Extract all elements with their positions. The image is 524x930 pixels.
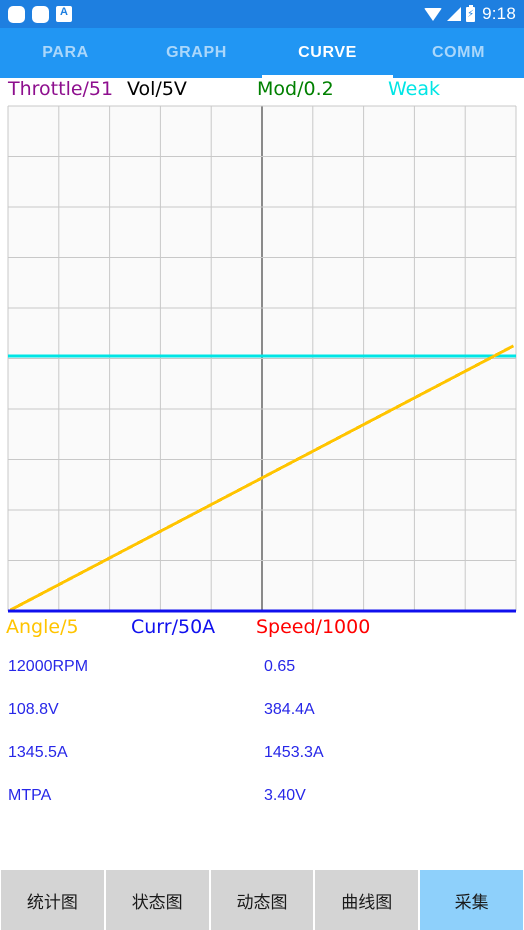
button-curve-chart[interactable]: 曲线图 xyxy=(315,870,419,930)
button-acquire[interactable]: 采集 xyxy=(420,870,523,930)
tab-bar: PARA GRAPH CURVE COMM xyxy=(0,28,524,78)
app-square-icon xyxy=(8,5,25,23)
status-bar: A ⚡ 9:18 xyxy=(0,0,524,28)
chart-legend-top: Throttle/51 Vol/5V Mod/0.2 Weak xyxy=(0,78,524,104)
readout-current-a: 384.4A xyxy=(264,701,315,718)
legend-item-weak: Weak xyxy=(388,78,441,100)
battery-icon: ⚡ xyxy=(466,4,476,22)
tab-curve[interactable]: CURVE xyxy=(262,28,393,78)
signal-icon xyxy=(447,7,462,21)
button-status-chart[interactable]: 状态图 xyxy=(105,870,209,930)
readout-current-c: 1453.3A xyxy=(264,744,324,761)
legend-item-speed: Speed/1000 xyxy=(256,616,371,638)
readout-speed-rpm: 12000RPM xyxy=(8,658,89,675)
button-statistics-chart[interactable]: 统计图 xyxy=(1,870,104,930)
button-dynamic-chart[interactable]: 动态图 xyxy=(210,870,314,930)
readout-panel: 12000RPM 0.65 108.8V 384.4A 1345.5A 1453… xyxy=(0,646,524,811)
bottom-button-bar: 统计图 状态图 动态图 曲线图 采集 xyxy=(0,868,524,930)
wifi-icon xyxy=(424,7,443,21)
legend-item-vol: Vol/5V xyxy=(127,78,187,100)
readout-row: 1345.5A 1453.3A xyxy=(0,744,524,787)
readout-mod: 0.65 xyxy=(264,658,296,675)
chart-legend-bottom: Angle/5 Curr/50A Speed/1000 xyxy=(0,616,524,646)
readout-voltage: 108.8V xyxy=(8,701,59,718)
status-bar-left-icons: A xyxy=(8,5,72,23)
legend-item-angle: Angle/5 xyxy=(6,616,79,638)
tab-comm[interactable]: COMM xyxy=(393,28,524,78)
readout-row: 108.8V 384.4A xyxy=(0,701,524,744)
readout-row: MTPA 3.40V xyxy=(0,787,524,830)
legend-item-curr: Curr/50A xyxy=(131,616,216,638)
chart-canvas[interactable] xyxy=(0,104,524,616)
readout-current-b: 1345.5A xyxy=(8,744,68,761)
readout-control-mode: MTPA xyxy=(8,787,52,804)
legend-item-throttle: Throttle/51 xyxy=(8,78,114,100)
legend-item-mod: Mod/0.2 xyxy=(257,78,334,100)
readout-throttle-voltage: 3.40V xyxy=(264,787,306,804)
clock-label: 9:18 xyxy=(482,4,516,23)
app-square-icon xyxy=(32,5,49,23)
curve-chart[interactable] xyxy=(0,104,524,616)
readout-row: 12000RPM 0.65 xyxy=(0,658,524,701)
keyboard-a-icon: A xyxy=(56,6,72,22)
tab-para[interactable]: PARA xyxy=(0,28,131,78)
tab-graph[interactable]: GRAPH xyxy=(131,28,262,78)
status-bar-right-icons: ⚡ 9:18 xyxy=(424,4,516,24)
